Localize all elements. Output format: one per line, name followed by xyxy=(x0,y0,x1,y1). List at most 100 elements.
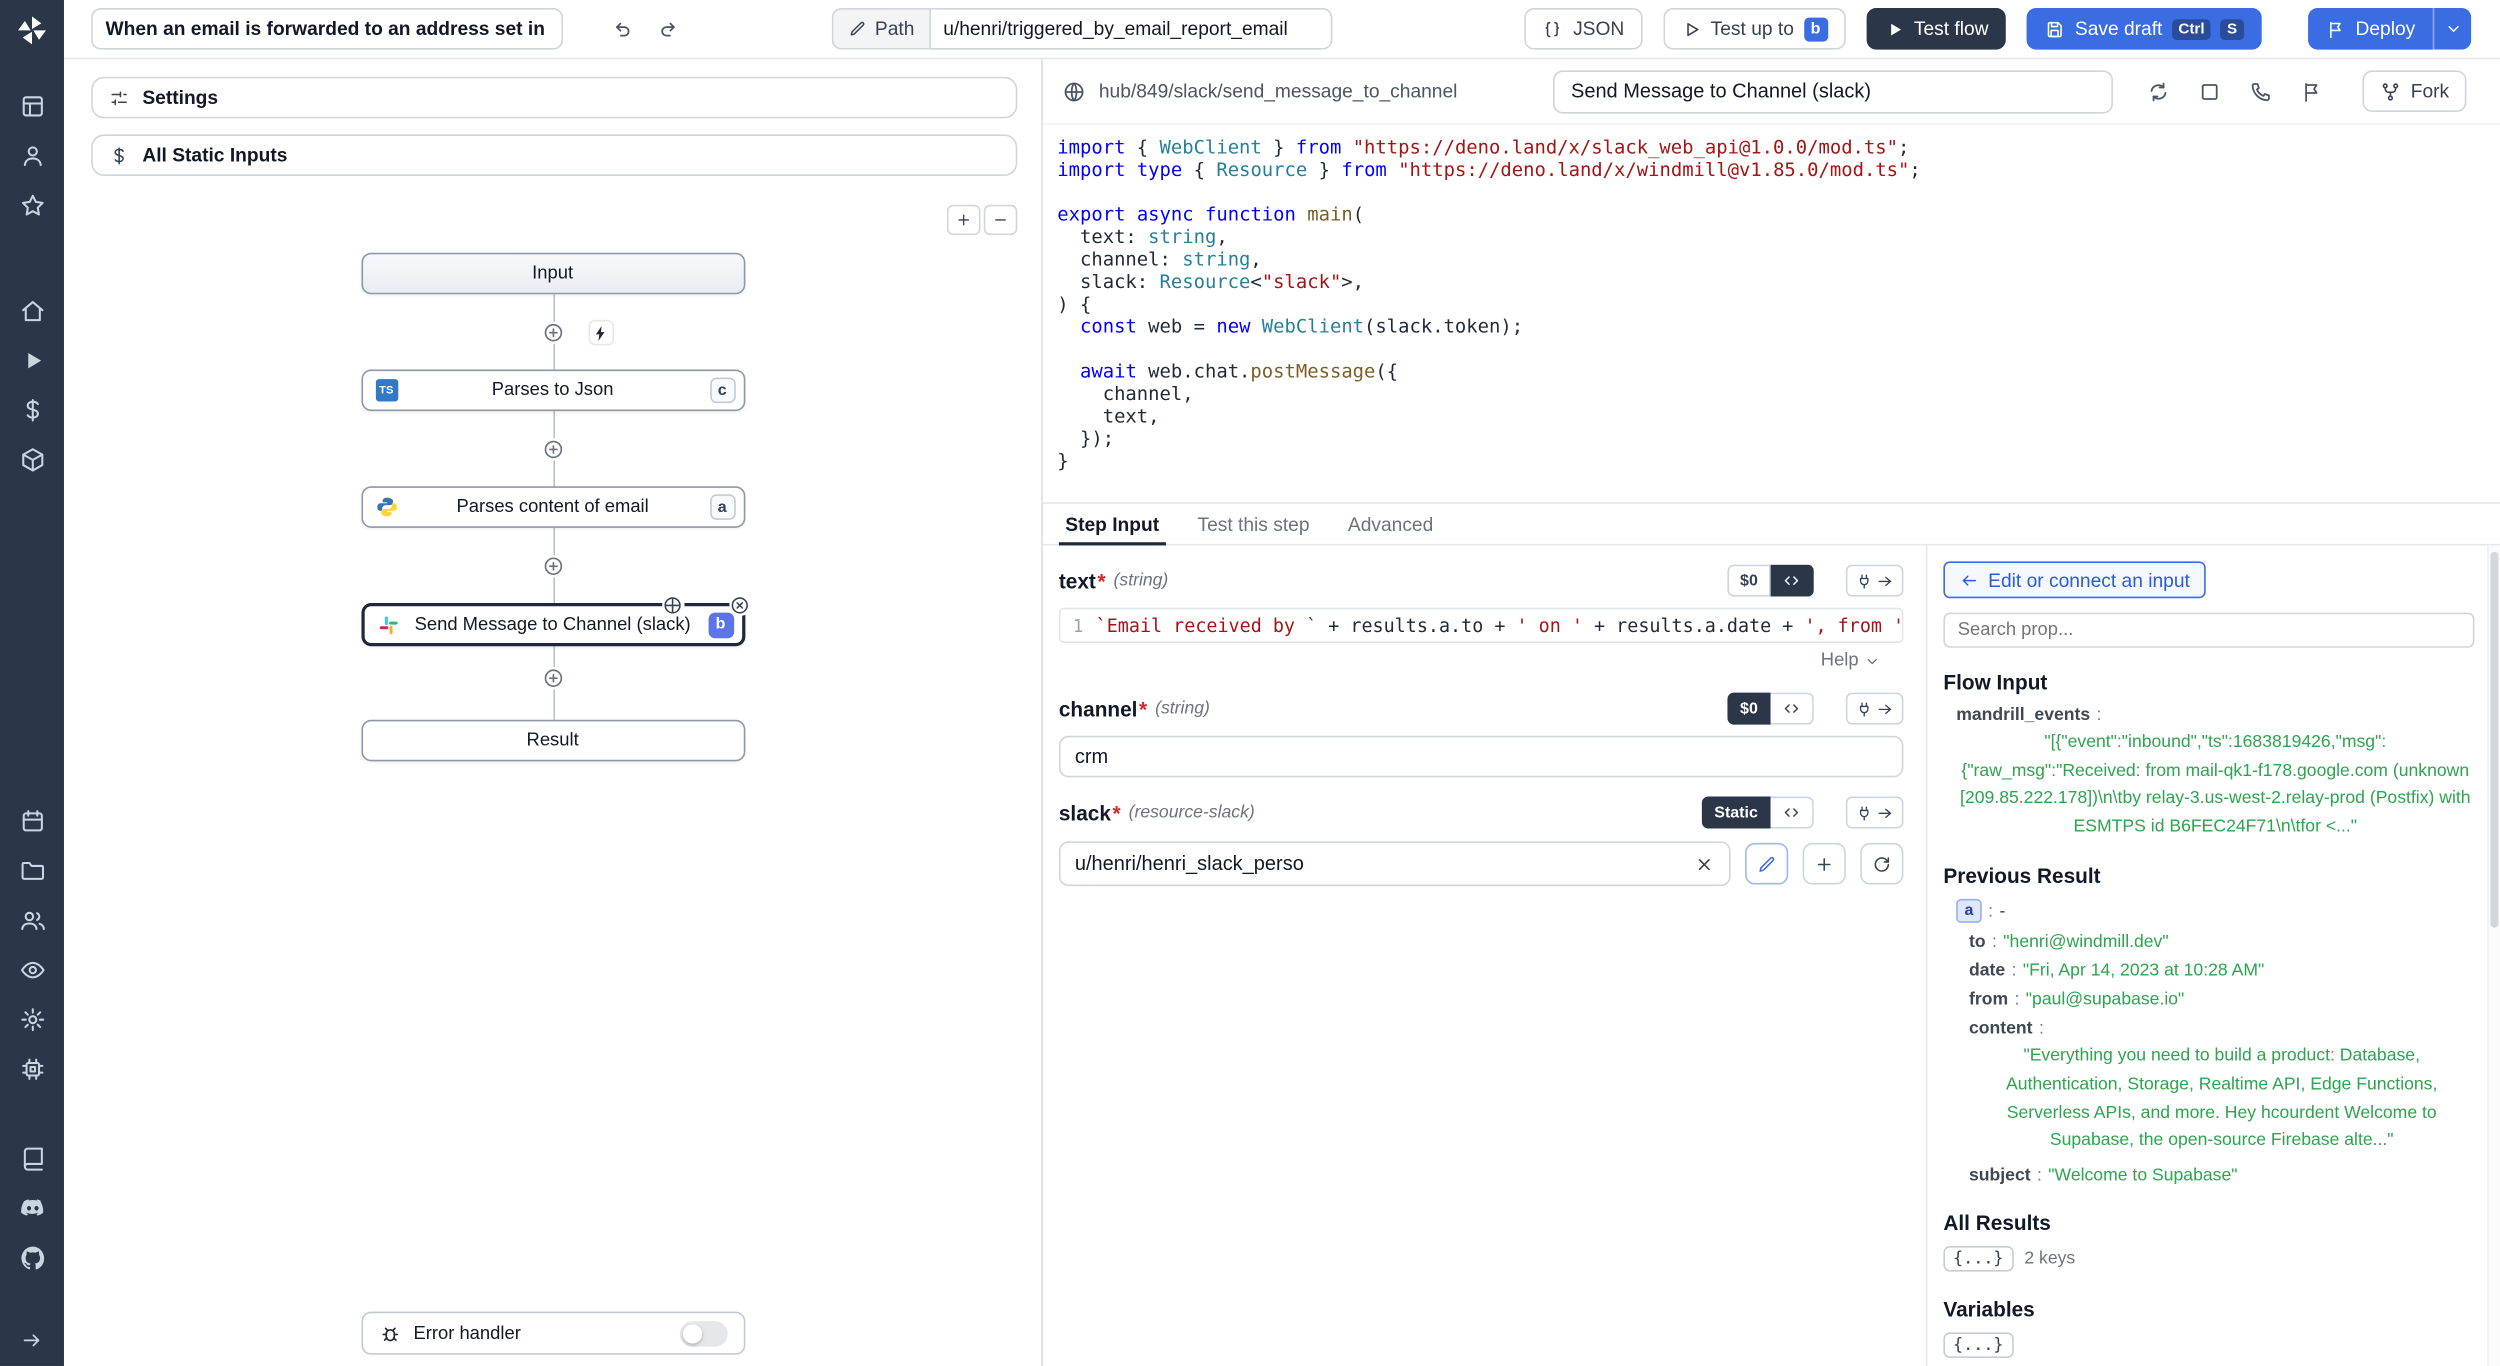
insert-step-button[interactable] xyxy=(541,438,563,460)
all-results-object-chip[interactable]: {...} xyxy=(1943,1246,2013,1272)
add-resource-button[interactable] xyxy=(1803,843,1846,885)
flow-title-input[interactable] xyxy=(91,8,563,50)
search-prop-input[interactable] xyxy=(1943,613,2474,648)
deploy-button[interactable]: Deploy xyxy=(2308,8,2433,50)
node-badge-c: c xyxy=(709,377,735,403)
scrollbar-thumb[interactable] xyxy=(2490,552,2498,928)
node-label: Parses content of email xyxy=(457,497,649,516)
error-handler-node[interactable]: Error handler xyxy=(361,1312,745,1355)
refresh-resource-button[interactable] xyxy=(1860,843,1903,885)
cube-icon[interactable] xyxy=(18,446,45,473)
code-line: ) { xyxy=(1057,293,2500,315)
tab-test-this-step[interactable]: Test this step xyxy=(1178,504,1328,544)
assistant-button[interactable] xyxy=(2241,72,2279,110)
undo-button[interactable] xyxy=(601,10,639,48)
insert-step-button[interactable] xyxy=(541,321,563,343)
slack-js-toggle[interactable] xyxy=(1771,797,1814,829)
star-icon[interactable] xyxy=(18,192,45,219)
save-icon xyxy=(2045,18,2066,39)
code-icon xyxy=(1782,803,1801,822)
calendar-icon[interactable] xyxy=(18,808,45,835)
json-button-label: JSON xyxy=(1573,18,1624,40)
arrow-icon xyxy=(1876,804,1894,822)
save-draft-button[interactable]: Save draft Ctrl S xyxy=(2027,8,2261,50)
text-expression-editor[interactable]: 1 `Email received by ` + results.a.to + … xyxy=(1059,608,1904,643)
pencil-icon xyxy=(1756,853,1777,874)
collapse-sidebar-button[interactable] xyxy=(0,1329,64,1351)
step-summary-input[interactable] xyxy=(1553,70,2113,113)
flow-node-parses-content[interactable]: Parses content of email a xyxy=(361,486,745,528)
help-label: Help xyxy=(1821,651,1859,670)
variables-object-chip[interactable]: {...} xyxy=(1943,1332,2013,1358)
channel-input[interactable] xyxy=(1059,736,1904,778)
expand-editor-button[interactable] xyxy=(2190,72,2228,110)
sidebar-group-4 xyxy=(0,1145,64,1271)
code-editor[interactable]: import { WebClient } from "https://deno.… xyxy=(1043,125,2500,502)
json-button[interactable]: JSON xyxy=(1525,8,1642,50)
hub-script-path: hub/849/slack/send_message_to_channel xyxy=(1099,80,1458,102)
mandrill-events-field[interactable]: mandrill_events: "[{"event":"inbound","t… xyxy=(1956,705,2474,842)
channel-field-row: channel* (string) $0 xyxy=(1059,693,1904,725)
tab-step-input[interactable]: Step Input xyxy=(1046,504,1178,544)
windmill-logo[interactable] xyxy=(0,14,64,46)
dollar-icon[interactable] xyxy=(18,397,45,424)
folder-icon[interactable] xyxy=(18,857,45,884)
play-icon[interactable] xyxy=(18,347,45,374)
github-icon[interactable] xyxy=(18,1244,45,1271)
required-asterisk: * xyxy=(1113,801,1121,825)
deploy-options-button[interactable] xyxy=(2433,8,2471,50)
sync-button[interactable] xyxy=(2139,72,2177,110)
text-js-toggle[interactable] xyxy=(1771,565,1814,597)
test-flow-button[interactable]: Test flow xyxy=(1866,8,2006,50)
vertical-scrollbar[interactable] xyxy=(2487,545,2500,1366)
previous-result-root[interactable]: a : - xyxy=(1956,900,2474,924)
test-up-to-button[interactable]: Test up to b xyxy=(1663,8,1845,50)
windmill-logo-icon xyxy=(16,14,48,46)
insert-step-button[interactable] xyxy=(541,667,563,689)
add-trigger-button[interactable] xyxy=(588,320,614,346)
all-results-row: {...} 2 keys xyxy=(1943,1246,2474,1272)
arrow-icon xyxy=(1876,572,1894,590)
field-type: (resource-slack) xyxy=(1129,803,1255,822)
cpu-icon[interactable] xyxy=(18,1056,45,1083)
path-input[interactable] xyxy=(929,8,1332,50)
flow-context-pane: Edit or connect an input Flow Input mand… xyxy=(1926,545,2500,1366)
home-icon[interactable] xyxy=(18,298,45,325)
gear-icon[interactable] xyxy=(18,1006,45,1033)
text-connect-button[interactable] xyxy=(1846,565,1904,597)
slack-connect-button[interactable] xyxy=(1846,797,1904,829)
text-static-toggle[interactable]: $0 xyxy=(1727,565,1770,597)
slack-static-toggle[interactable]: Static xyxy=(1701,797,1770,829)
delete-node-button[interactable] xyxy=(729,593,751,615)
flow-graph: Input TS Parses to Json c Parses content… xyxy=(64,59,1041,1366)
edit-connect-input-button[interactable]: Edit or connect an input xyxy=(1943,561,2205,598)
insert-step-button[interactable] xyxy=(541,555,563,577)
clear-resource-icon[interactable] xyxy=(1694,853,1715,874)
path-chip[interactable]: Path xyxy=(832,8,929,50)
flow-node-input[interactable]: Input xyxy=(361,253,745,295)
eye-icon[interactable] xyxy=(18,957,45,984)
move-node-handle[interactable] xyxy=(661,593,683,615)
collapse-marker[interactable]: - xyxy=(1999,902,2005,921)
channel-static-toggle[interactable]: $0 xyxy=(1727,693,1770,725)
slack-resource-input[interactable]: u/henri/henri_slack_perso xyxy=(1059,841,1731,886)
flow-node-parses-to-json[interactable]: TS Parses to Json c xyxy=(361,369,745,411)
error-handler-toggle[interactable] xyxy=(679,1320,727,1346)
channel-connect-button[interactable] xyxy=(1846,693,1904,725)
channel-js-toggle[interactable] xyxy=(1771,693,1814,725)
diff-button[interactable] xyxy=(2292,72,2330,110)
user-icon[interactable] xyxy=(18,142,45,169)
discord-icon[interactable] xyxy=(18,1195,45,1222)
redo-button[interactable] xyxy=(649,10,687,48)
help-link[interactable]: Help xyxy=(1059,651,1904,670)
flow-node-result[interactable]: Result xyxy=(361,720,745,762)
collection-icon[interactable] xyxy=(18,93,45,120)
flow-graph-panel: Settings All Static Inputs Input TS Pars… xyxy=(64,59,1043,1366)
fork-button[interactable]: Fork xyxy=(2363,70,2467,112)
edit-resource-button[interactable] xyxy=(1745,843,1788,885)
book-icon[interactable] xyxy=(18,1145,45,1172)
tab-advanced[interactable]: Advanced xyxy=(1329,504,1453,544)
app-sidebar xyxy=(0,0,64,1366)
flow-node-send-message[interactable]: Send Message to Channel (slack) b xyxy=(361,603,745,646)
users-icon[interactable] xyxy=(18,907,45,934)
